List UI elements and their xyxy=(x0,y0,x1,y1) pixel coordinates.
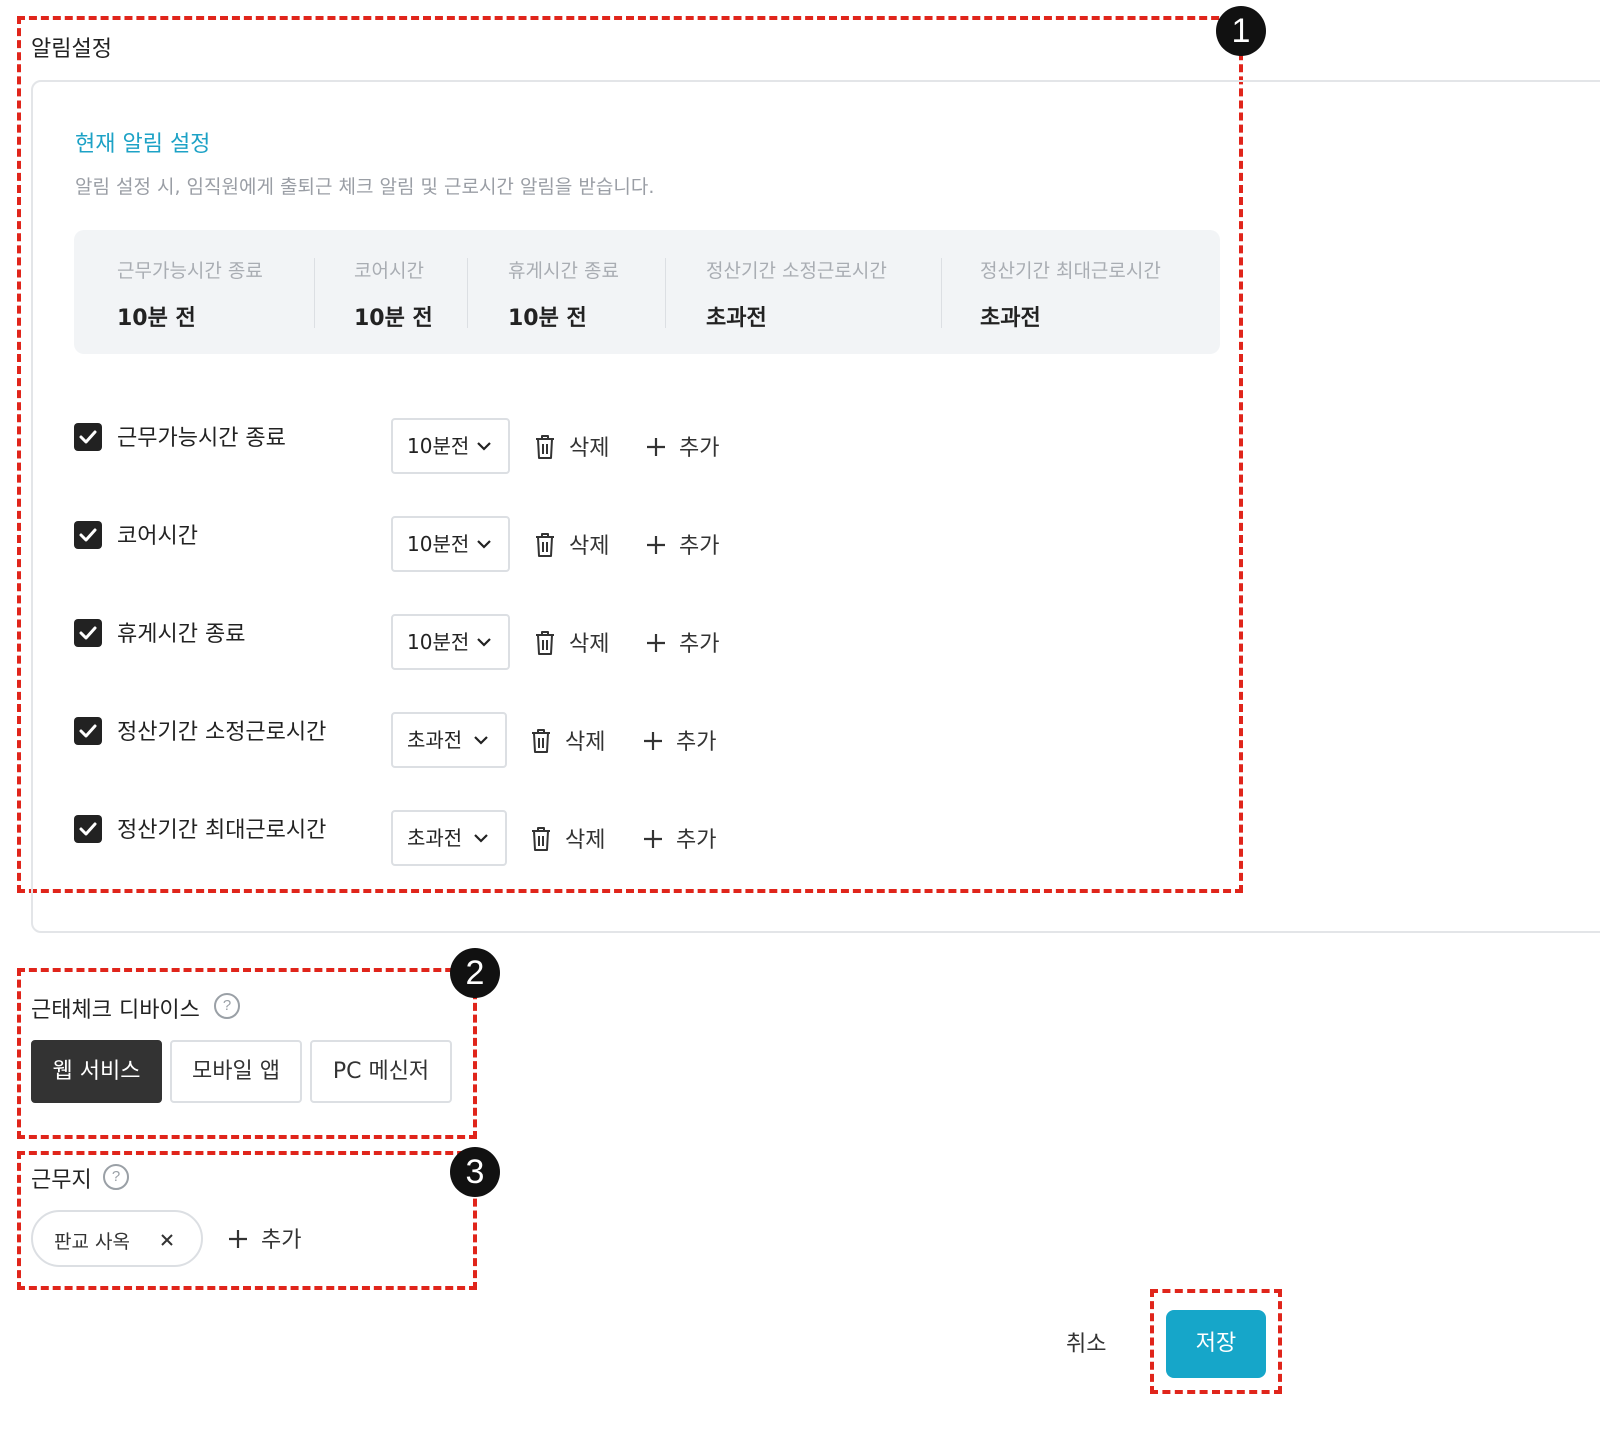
summary-divider xyxy=(314,258,315,328)
summary-divider xyxy=(467,258,468,328)
summary-value: 초과전 xyxy=(980,306,1041,331)
check-icon xyxy=(79,822,97,836)
notification-row: 정산기간 소정근로시간 초과전 삭제 추가 xyxy=(74,712,774,770)
annotation-badge-2: 2 xyxy=(450,948,500,998)
chevron-down-icon xyxy=(474,834,488,843)
close-icon[interactable] xyxy=(159,1232,175,1248)
check-icon xyxy=(79,528,97,542)
plus-icon xyxy=(647,634,665,652)
timing-select[interactable]: 초과전 xyxy=(391,712,507,768)
notification-checkbox[interactable] xyxy=(74,815,102,843)
plus-icon xyxy=(647,536,665,554)
summary-value: 10분 전 xyxy=(117,306,196,331)
device-option-mobile[interactable]: 모바일 앱 xyxy=(170,1040,302,1103)
trash-icon xyxy=(536,435,554,459)
workplace-chip: 판교 사옥 xyxy=(31,1210,203,1267)
chevron-down-icon xyxy=(477,638,491,647)
add-label: 추가 xyxy=(679,632,720,657)
notification-section-title: 알림설정 xyxy=(31,37,112,62)
current-notification-description: 알림 설정 시, 임직원에게 출퇴근 체크 알림 및 근로시간 알림을 받습니다… xyxy=(75,176,655,198)
summary-label: 근무가능시간 종료 xyxy=(117,260,263,282)
chevron-down-icon xyxy=(477,540,491,549)
summary-value: 초과전 xyxy=(706,306,767,331)
notification-checkbox[interactable] xyxy=(74,423,102,451)
summary-divider xyxy=(941,258,942,328)
trash-icon xyxy=(532,827,550,851)
notification-checkbox[interactable] xyxy=(74,521,102,549)
timing-select[interactable]: 10분전 xyxy=(391,614,510,670)
question-circle-icon[interactable]: ? xyxy=(103,1164,129,1190)
notification-row-label: 근무가능시간 종료 xyxy=(117,426,286,451)
timing-select[interactable]: 10분전 xyxy=(391,516,510,572)
timing-select[interactable]: 초과전 xyxy=(391,810,507,866)
notification-row-label: 코어시간 xyxy=(117,524,198,549)
annotation-badge-1: 1 xyxy=(1216,6,1266,56)
current-notification-title: 현재 알림 설정 xyxy=(75,132,211,157)
device-section-title: 근태체크 디바이스 xyxy=(31,998,200,1023)
notification-row-label: 휴게시간 종료 xyxy=(117,622,246,647)
add-label: 추가 xyxy=(261,1228,302,1253)
delete-label: 삭제 xyxy=(569,436,610,461)
device-option-pc-messenger[interactable]: PC 메신저 xyxy=(310,1040,452,1103)
save-button[interactable]: 저장 xyxy=(1166,1310,1266,1378)
delete-label: 삭제 xyxy=(569,632,610,657)
summary-label: 정산기간 소정근로시간 xyxy=(706,260,887,282)
annotation-badge-3: 3 xyxy=(450,1147,500,1197)
notification-row: 정산기간 최대근로시간 초과전 삭제 추가 xyxy=(74,810,774,868)
summary-label: 휴게시간 종료 xyxy=(508,260,619,282)
timing-select-value: 초과전 xyxy=(407,826,463,850)
notification-checkbox[interactable] xyxy=(74,717,102,745)
notification-row: 근무가능시간 종료 10분전 삭제 추가 xyxy=(74,418,774,476)
trash-icon xyxy=(536,631,554,655)
timing-select-value: 10분전 xyxy=(407,532,470,556)
notification-row-label: 정산기간 최대근로시간 xyxy=(117,818,327,843)
plus-icon xyxy=(229,1230,247,1248)
notification-row-label: 정산기간 소정근로시간 xyxy=(117,720,327,745)
summary-label: 코어시간 xyxy=(354,260,424,282)
notification-summary: 근무가능시간 종료 10분 전 코어시간 10분 전 휴게시간 종료 10분 전… xyxy=(74,230,1220,354)
chevron-down-icon xyxy=(477,442,491,451)
trash-icon xyxy=(536,533,554,557)
cancel-button[interactable]: 취소 xyxy=(1066,1326,1106,1358)
check-icon xyxy=(79,430,97,444)
timing-select-value: 10분전 xyxy=(407,434,470,458)
check-icon xyxy=(79,626,97,640)
delete-label: 삭제 xyxy=(565,828,606,853)
chevron-down-icon xyxy=(474,736,488,745)
delete-label: 삭제 xyxy=(565,730,606,755)
notification-row: 코어시간 10분전 삭제 추가 xyxy=(74,516,774,574)
device-option-web[interactable]: 웹 서비스 xyxy=(31,1040,162,1103)
summary-value: 10분 전 xyxy=(354,306,433,331)
workplace-chip-label: 판교 사옥 xyxy=(54,1231,130,1253)
add-label: 추가 xyxy=(679,436,720,461)
question-circle-icon[interactable]: ? xyxy=(214,993,240,1019)
summary-divider xyxy=(665,258,666,328)
trash-icon xyxy=(532,729,550,753)
add-label: 추가 xyxy=(679,534,720,559)
plus-icon xyxy=(647,438,665,456)
add-label: 추가 xyxy=(676,730,717,755)
notification-card xyxy=(31,80,1600,933)
plus-icon xyxy=(644,732,662,750)
delete-label: 삭제 xyxy=(569,534,610,559)
plus-icon xyxy=(644,830,662,848)
notification-checkbox[interactable] xyxy=(74,619,102,647)
timing-select[interactable]: 10분전 xyxy=(391,418,510,474)
workplace-section-title: 근무지 xyxy=(31,1168,92,1193)
summary-value: 10분 전 xyxy=(508,306,587,331)
notification-row: 휴게시간 종료 10분전 삭제 추가 xyxy=(74,614,774,672)
timing-select-value: 초과전 xyxy=(407,728,463,752)
check-icon xyxy=(79,724,97,738)
timing-select-value: 10분전 xyxy=(407,630,470,654)
summary-label: 정산기간 최대근로시간 xyxy=(980,260,1161,282)
add-label: 추가 xyxy=(676,828,717,853)
